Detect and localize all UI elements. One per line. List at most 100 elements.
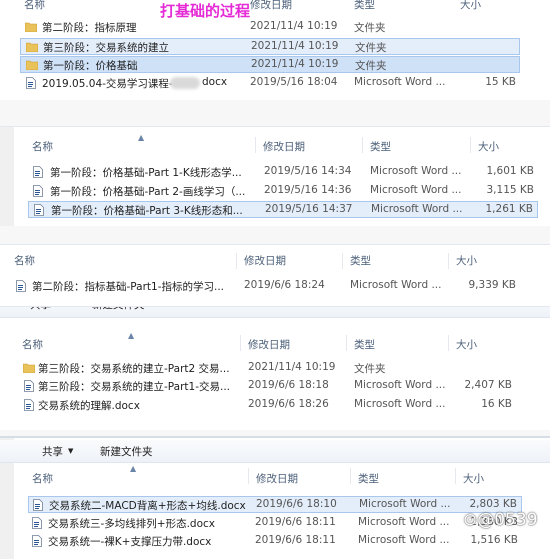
file-row[interactable]: 第一阶段：价格基础-Part 3-K线形态和... 2019/5/16 14:3…: [28, 201, 538, 218]
column-name[interactable]: 名称: [14, 253, 35, 268]
file-name-suffix: docx: [202, 76, 228, 88]
word-document-icon: [32, 535, 42, 547]
column-name[interactable]: 名称: [24, 0, 45, 12]
word-document-icon: [16, 280, 26, 292]
file-row[interactable]: 交易系统一-裸K+支撑压力带.docx 2019/6/6 18:11 Micro…: [28, 533, 522, 550]
command-bar: 共享 ▼ 新建文件夹: [0, 440, 550, 463]
command-bar: 共享 ▼ 新建文件夹: [0, 307, 550, 318]
chevron-down-icon[interactable]: ▼: [68, 447, 73, 455]
file-size: 16 KB: [481, 398, 512, 410]
word-document-icon: [26, 77, 36, 89]
column-name[interactable]: 名称: [22, 337, 43, 352]
redacted-blur: [170, 77, 200, 89]
file-name: 交易系统的理解.docx: [38, 400, 140, 412]
column-type[interactable]: 类型: [370, 139, 391, 154]
column-divider[interactable]: [448, 335, 449, 351]
column-name[interactable]: 名称: [32, 139, 53, 154]
file-type: Microsoft Word ...: [370, 184, 462, 196]
word-document-icon: [33, 185, 43, 197]
column-name[interactable]: 名称: [32, 471, 53, 486]
column-divider[interactable]: [236, 253, 237, 269]
file-date: 2019/6/6 18:24: [244, 279, 325, 291]
file-date: 2019/6/6 18:11: [255, 534, 336, 546]
panel-separator: [0, 226, 550, 244]
file-date: 2019/6/6 18:10: [256, 498, 337, 510]
column-type[interactable]: 类型: [358, 471, 379, 486]
file-date: 2021/11/4 10:19: [251, 58, 339, 70]
file-row[interactable]: 交易系统三-多均线排列+形态.docx 2019/6/6 18:11 Micro…: [28, 515, 522, 532]
new-folder-button[interactable]: 新建文件夹: [92, 307, 145, 312]
explorer-panel-5: 共享 ▼ 新建文件夹 ▲ 名称 修改日期 类型 大小 交易系统二-MACD背离+…: [0, 436, 550, 559]
column-size[interactable]: 大小: [456, 253, 477, 268]
column-divider[interactable]: [448, 253, 449, 269]
column-date[interactable]: 修改日期: [263, 139, 305, 154]
word-document-icon: [24, 380, 34, 392]
file-row[interactable]: 第二阶段：指标原理 2021/11/4 10:19 文件夹: [20, 19, 520, 36]
column-type[interactable]: 类型: [350, 253, 371, 268]
file-row[interactable]: 第二阶段：指标基础-Part1-指标的学习... 2019/6/6 18:24 …: [10, 278, 530, 295]
column-size[interactable]: 大小: [463, 471, 484, 486]
file-date: 2019/6/6 18:11: [255, 516, 336, 528]
column-type[interactable]: 类型: [354, 0, 375, 12]
file-row[interactable]: 第三阶段：交易系统的建立-Part2 交易... 2021/11/4 10:19…: [18, 360, 528, 377]
file-name: 2019.05.04-交易学习课程-: [42, 78, 172, 90]
file-row[interactable]: 第三阶段：交易系统的建立 2021/11/4 10:19 文件夹: [20, 38, 520, 55]
explorer-panel-2: ▲ 名称 修改日期 类型 大小 第一阶段：价格基础-Part 1-K线形态学..…: [0, 126, 550, 227]
column-header: ▲ 名称 修改日期 类型 大小: [0, 331, 550, 353]
column-divider[interactable]: [240, 335, 241, 351]
column-date[interactable]: 修改日期: [248, 337, 290, 352]
file-date: 2021/11/4 10:19: [251, 40, 339, 52]
file-name: 第一阶段：价格基础-Part 1-K线形态学...: [50, 167, 242, 179]
word-document-icon: [32, 517, 42, 529]
column-header: 名称 修改日期 类型 大小: [0, 0, 550, 20]
panel-separator: [0, 100, 550, 126]
file-size: 9,339 KB: [468, 279, 517, 291]
file-size: 15 KB: [485, 76, 516, 88]
column-divider[interactable]: [248, 468, 249, 484]
column-size[interactable]: 大小: [478, 139, 499, 154]
column-size[interactable]: 大小: [460, 0, 481, 12]
column-date[interactable]: 修改日期: [256, 471, 298, 486]
file-row[interactable]: 交易系统二-MACD背离+形态+均线.docx 2019/6/6 18:10 M…: [28, 496, 522, 513]
new-folder-button[interactable]: 新建文件夹: [100, 444, 153, 459]
column-divider[interactable]: [342, 253, 343, 269]
file-row[interactable]: 第一阶段：价格基础-Part 2-画线学习（... 2019/5/16 14:3…: [28, 183, 538, 200]
word-document-icon: [33, 499, 43, 511]
file-size: 1,261 KB: [485, 203, 534, 215]
file-size: 2,803 KB: [469, 498, 518, 510]
file-name: 第三阶段：交易系统的建立: [43, 42, 169, 54]
file-name: 交易系统三-多均线排列+形态.docx: [48, 518, 215, 530]
word-document-icon: [33, 166, 43, 178]
column-header: 名称 修改日期 类型 大小: [0, 251, 550, 271]
column-divider[interactable]: [470, 137, 471, 153]
file-size: 3,115 KB: [486, 184, 535, 196]
column-date[interactable]: 修改日期: [250, 0, 292, 12]
file-date: 2021/11/4 10:19: [248, 361, 336, 373]
file-row[interactable]: 2019.05.04-交易学习课程- docx 2019/5/16 18:04 …: [20, 75, 520, 92]
file-row[interactable]: 第一阶段：价格基础-Part 1-K线形态学... 2019/5/16 14:3…: [28, 164, 538, 181]
column-divider[interactable]: [455, 468, 456, 484]
explorer-panel-3: 名称 修改日期 类型 大小 第二阶段：指标基础-Part1-指标的学习... 2…: [0, 244, 550, 307]
column-size[interactable]: 大小: [456, 337, 477, 352]
column-divider[interactable]: [255, 137, 256, 153]
file-date: 2019/6/6 18:26: [248, 398, 329, 410]
file-row[interactable]: 第三阶段：交易系统的建立-Part1-交易... 2019/6/6 18:18 …: [18, 378, 528, 395]
word-document-icon: [34, 204, 44, 216]
explorer-panel-4: 共享 ▼ 新建文件夹 ▲ 名称 修改日期 类型 大小 第三阶段：交易系统的建立-…: [0, 306, 550, 431]
file-size: 2,407 KB: [464, 379, 513, 391]
file-type: 文件夹: [354, 22, 386, 34]
column-divider[interactable]: [362, 137, 363, 153]
file-type: Microsoft Word ...: [358, 534, 450, 546]
share-menu[interactable]: 共享: [30, 307, 51, 312]
file-date: 2019/5/16 14:36: [264, 184, 352, 196]
column-date[interactable]: 修改日期: [244, 253, 286, 268]
column-type[interactable]: 类型: [354, 337, 375, 352]
file-type: Microsoft Word ...: [370, 165, 462, 177]
column-divider[interactable]: [346, 335, 347, 351]
column-divider[interactable]: [350, 468, 351, 484]
share-menu[interactable]: 共享: [42, 444, 63, 459]
file-row[interactable]: 交易系统的理解.docx 2019/6/6 18:26 Microsoft Wo…: [18, 397, 528, 414]
file-row[interactable]: 第一阶段：价格基础 2021/11/4 10:19 文件夹: [20, 56, 520, 73]
file-type: Microsoft Word ...: [354, 398, 446, 410]
file-name: 第一阶段：价格基础-Part 2-画线学习（...: [50, 186, 246, 198]
